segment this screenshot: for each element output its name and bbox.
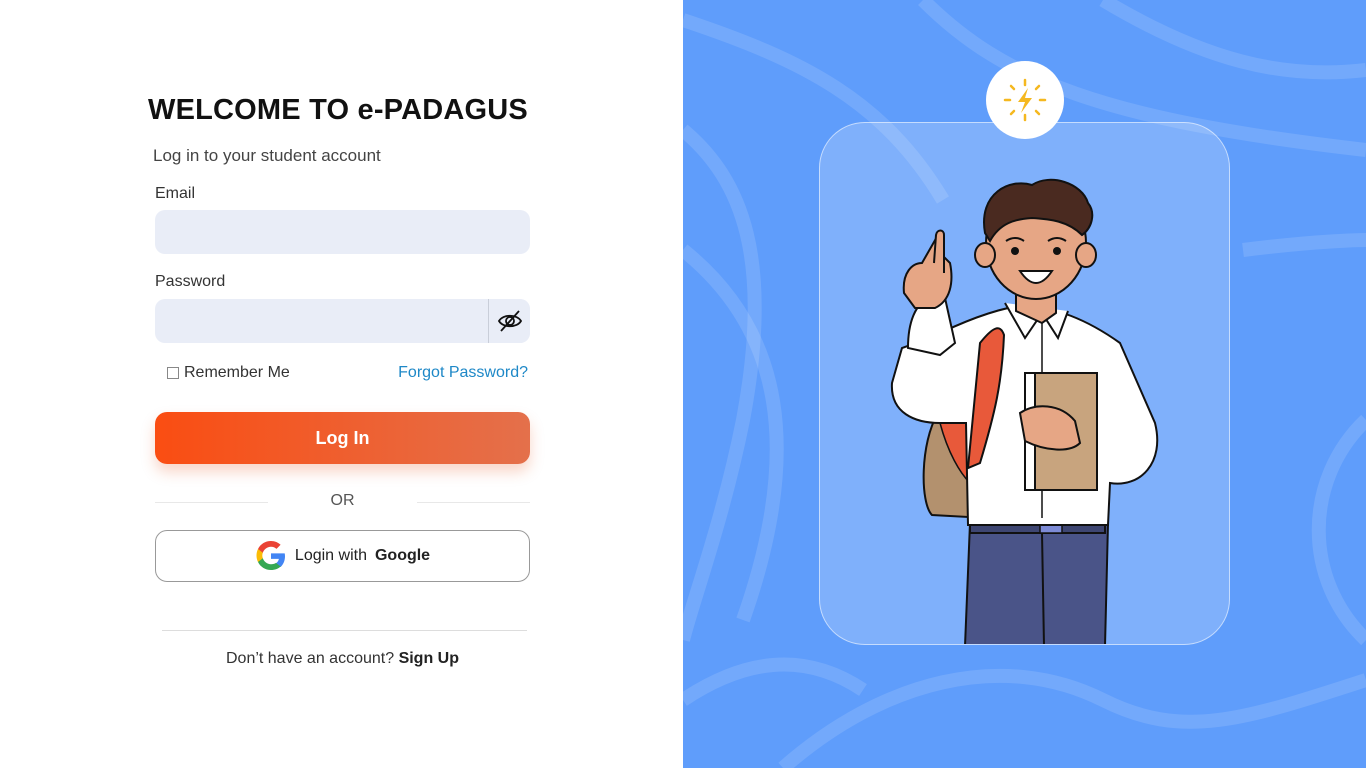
- lightning-icon: [1003, 78, 1047, 122]
- email-label: Email: [155, 185, 196, 202]
- lightning-badge: [986, 61, 1064, 139]
- remember-me-label: Remember Me: [184, 364, 290, 381]
- google-login-brand: Google: [374, 547, 431, 564]
- google-logo-icon: [256, 541, 285, 570]
- password-field-wrapper: [155, 299, 530, 343]
- page-title: WELCOME TO e-PADAGUS: [148, 94, 528, 126]
- illustration-panel: [683, 0, 1366, 768]
- remember-me-checkbox[interactable]: [167, 367, 179, 379]
- signup-prompt: Don’t have an account?: [225, 650, 395, 667]
- page-subtitle: Log in to your student account: [153, 146, 381, 165]
- or-separator: OR: [155, 492, 530, 512]
- google-login-button[interactable]: Login with Google: [155, 530, 530, 582]
- password-field[interactable]: [155, 299, 530, 343]
- login-panel: WELCOME TO e-PADAGUS Log in to your stud…: [0, 0, 683, 768]
- password-visibility-toggle[interactable]: [488, 299, 530, 343]
- or-text: OR: [330, 492, 355, 509]
- login-button[interactable]: Log In: [155, 412, 530, 464]
- signup-row: Don’t have an account? Sign Up: [155, 650, 530, 668]
- forgot-password-link[interactable]: Forgot Password?: [328, 364, 528, 382]
- student-illustration: [890, 178, 1159, 644]
- google-login-prefix: Login with: [294, 547, 367, 564]
- password-label: Password: [155, 273, 226, 290]
- signup-link[interactable]: Sign Up: [399, 650, 459, 667]
- illustration-card: [819, 122, 1230, 645]
- eye-off-icon: [497, 310, 522, 332]
- remember-me[interactable]: Remember Me: [167, 364, 290, 382]
- footer-divider: [162, 630, 527, 631]
- email-field[interactable]: [155, 210, 530, 254]
